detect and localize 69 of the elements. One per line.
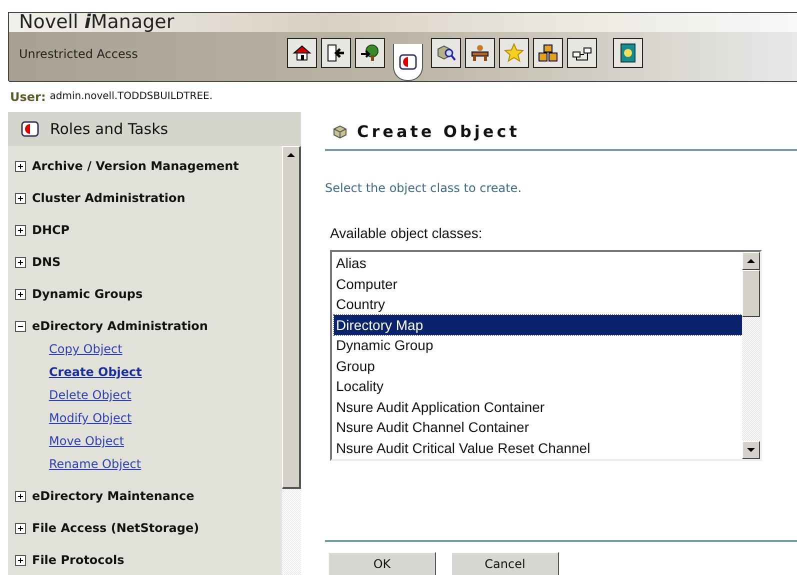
toolbar-button[interactable] <box>465 38 495 68</box>
access-level: Unrestricted Access <box>19 46 139 63</box>
toolbar-button[interactable] <box>355 38 385 68</box>
scrollbar[interactable] <box>282 146 301 489</box>
expand-icon[interactable] <box>15 256 26 268</box>
category-item[interactable]: File Protocols <box>32 551 124 569</box>
user-name: admin.novell.TODDSBUILDTREE. <box>50 90 213 104</box>
list-option[interactable]: Dynamic Group <box>334 335 742 356</box>
instruction-text: Select the object class to create. <box>325 180 523 197</box>
toolbar-tab[interactable] <box>393 44 423 81</box>
desk-person-icon <box>470 43 490 63</box>
toolbar-button[interactable] <box>567 38 597 68</box>
task-link[interactable]: Move Object <box>49 430 124 453</box>
task-link[interactable]: Copy Object <box>49 338 122 361</box>
roles-icon <box>398 53 418 71</box>
category-item[interactable]: Archive / Version Management <box>32 157 239 175</box>
category-item[interactable]: Dynamic Groups <box>32 285 143 303</box>
task-link[interactable]: Rename Object <box>49 453 142 476</box>
user-label: User: <box>10 88 46 106</box>
expand-icon[interactable] <box>15 554 26 566</box>
object-class-list[interactable]: Alias Computer Country Directory Map Dynamic Group Group Locality Nsure Audit Application Container Nsure Audit Channel Container Nsure Audit Critical Value Reset Channel <box>330 250 762 461</box>
star-icon <box>504 43 524 63</box>
roles-icon <box>20 120 40 138</box>
list-option[interactable]: Computer <box>334 274 742 294</box>
toolbar-button[interactable] <box>287 38 317 68</box>
list-option[interactable]: Nsure Audit Application Container <box>334 396 742 417</box>
toolbar-button[interactable] <box>431 38 461 68</box>
category-item[interactable]: eDirectory Maintenance <box>32 487 194 505</box>
app-title: Novell iManager <box>19 13 174 32</box>
expand-icon[interactable] <box>15 192 26 204</box>
list-option[interactable]: Locality <box>334 376 742 396</box>
toolbar-button[interactable] <box>499 38 529 68</box>
page-title: Create Object <box>357 120 520 142</box>
expand-icon[interactable] <box>15 224 26 236</box>
list-option[interactable]: Nsure Audit Critical Value Reset Channel <box>334 438 742 458</box>
cube-magnifier-icon <box>436 43 456 63</box>
expand-icon[interactable] <box>15 288 26 300</box>
expand-icon[interactable] <box>15 490 26 502</box>
list-option[interactable]: Group <box>334 356 742 376</box>
tree-arrow-icon <box>360 43 380 63</box>
task-link[interactable]: Delete Object <box>49 384 132 407</box>
category-item[interactable]: DNS <box>32 253 61 271</box>
list-option[interactable]: Directory Map <box>334 314 742 335</box>
expand-icon[interactable] <box>15 160 26 172</box>
list-label: Available object classes: <box>330 224 484 243</box>
stacked-boxes-icon <box>538 43 558 63</box>
category-item[interactable]: Cluster Administration <box>32 189 186 207</box>
toolbar-button[interactable] <box>321 38 351 68</box>
dialog-button[interactable]: Cancel <box>451 552 559 575</box>
task-link[interactable]: Create Object <box>49 361 142 384</box>
scroll-up-icon[interactable] <box>746 258 756 264</box>
category-item[interactable]: File Access (NetStorage) <box>32 519 200 537</box>
dialog-button[interactable]: OK <box>328 552 436 575</box>
list-option[interactable]: Country <box>334 294 742 314</box>
scroll-thumb[interactable] <box>742 270 760 317</box>
scroll-down-icon[interactable] <box>746 447 756 453</box>
sidebar-title: Roles and Tasks <box>50 118 168 140</box>
expand-icon[interactable] <box>15 522 26 534</box>
task-link[interactable]: Modify Object <box>49 407 132 430</box>
cube-icon <box>333 124 347 138</box>
category-item[interactable]: DHCP <box>32 221 70 239</box>
list-option[interactable]: Alias <box>334 253 742 274</box>
category-item[interactable]: eDirectory Administration <box>32 317 208 335</box>
house-icon <box>292 44 312 62</box>
toolbar-button[interactable] <box>613 38 643 68</box>
list-option[interactable]: Nsure Audit Channel Container <box>334 417 742 438</box>
toolbar-button[interactable] <box>533 38 563 68</box>
door-arrow-icon <box>326 43 346 63</box>
collapse-icon[interactable] <box>15 320 26 332</box>
